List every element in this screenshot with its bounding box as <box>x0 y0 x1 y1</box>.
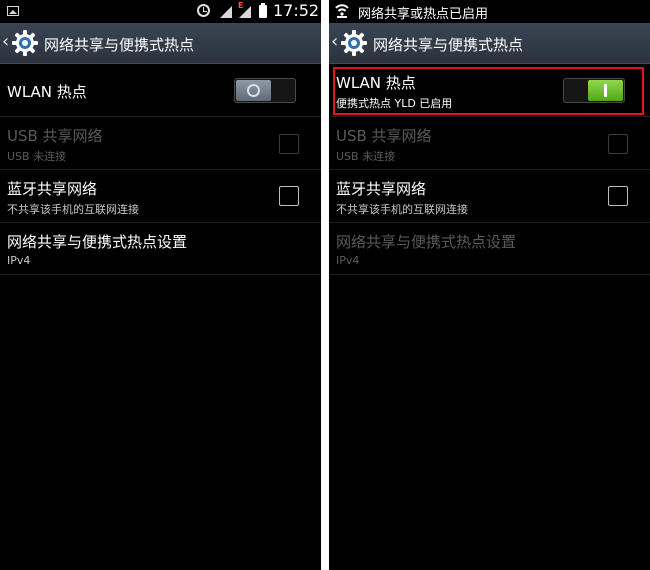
list-item-hotspot-settings[interactable]: 网络共享与便携式热点设置 IPv4 <box>0 223 321 275</box>
screenshot-canvas: E 17:52 ‹ 网络共享与便携式热点 WLAN 热点 USB 共享网络 US… <box>0 0 650 570</box>
row-title: 蓝牙共享网络 <box>7 180 98 198</box>
row-title: 蓝牙共享网络 <box>336 180 427 198</box>
row-subtitle: 不共享该手机的互联网连接 <box>336 203 468 216</box>
bluetooth-tethering-checkbox[interactable] <box>279 186 299 206</box>
list-item-bluetooth-tethering[interactable]: 蓝牙共享网络 不共享该手机的互联网连接 <box>0 170 321 223</box>
status-bar: E 17:52 <box>0 0 321 23</box>
back-chevron-icon[interactable]: ‹ <box>2 31 9 53</box>
wifi-hotspot-icon <box>335 4 349 18</box>
gear-icon[interactable] <box>339 28 369 58</box>
list-item-usb-tethering: USB 共享网络 USB 未连接 <box>0 117 321 170</box>
row-title: WLAN 热点 <box>336 74 416 92</box>
mobile-signal-icon <box>239 6 251 18</box>
action-bar: ‹ 网络共享与便携式热点 <box>329 23 650 64</box>
gear-icon[interactable] <box>10 28 40 58</box>
status-clock: 17:52 <box>273 1 320 20</box>
usb-tethering-checkbox <box>279 134 299 154</box>
signal-icon <box>220 6 232 18</box>
wlan-hotspot-toggle[interactable] <box>234 78 296 103</box>
row-subtitle: IPv4 <box>7 254 31 267</box>
usb-tethering-checkbox <box>608 134 628 154</box>
notification-text: 网络共享或热点已启用 <box>358 7 489 22</box>
list-item-hotspot-settings: 网络共享与便携式热点设置 IPv4 <box>329 223 650 275</box>
list-item-wlan-hotspot[interactable]: WLAN 热点 便携式热点 YLD 已启用 <box>329 64 650 117</box>
toggle-knob <box>236 80 271 101</box>
list-item-wlan-hotspot[interactable]: WLAN 热点 <box>0 64 321 117</box>
row-title: USB 共享网络 <box>7 127 103 145</box>
battery-icon <box>259 3 267 18</box>
row-title: 网络共享与便携式热点设置 <box>336 233 517 251</box>
list-item-usb-tethering: USB 共享网络 USB 未连接 <box>329 117 650 170</box>
phone-screen-before: E 17:52 ‹ 网络共享与便携式热点 WLAN 热点 USB 共享网络 US… <box>0 0 321 570</box>
row-subtitle: USB 未连接 <box>336 150 396 163</box>
row-title: 网络共享与便携式热点设置 <box>7 233 188 251</box>
row-subtitle: USB 未连接 <box>7 150 67 163</box>
image-notification-icon <box>7 6 19 16</box>
back-chevron-icon[interactable]: ‹ <box>331 31 338 53</box>
row-subtitle: IPv4 <box>336 254 360 267</box>
row-title: WLAN 热点 <box>7 83 87 101</box>
phone-screen-after: 网络共享或热点已启用 ‹ 网络共享与便携式热点 WLAN 热点 便携式热点 YL… <box>329 0 650 570</box>
row-subtitle: 不共享该手机的互联网连接 <box>7 203 139 216</box>
bluetooth-tethering-checkbox[interactable] <box>608 186 628 206</box>
row-subtitle: 便携式热点 YLD 已启用 <box>336 97 453 110</box>
row-title: USB 共享网络 <box>336 127 432 145</box>
page-title: 网络共享与便携式热点 <box>373 36 524 54</box>
alarm-icon <box>197 4 210 17</box>
wlan-hotspot-toggle[interactable] <box>563 78 625 103</box>
action-bar: ‹ 网络共享与便携式热点 <box>0 23 321 64</box>
status-bar: 网络共享或热点已启用 <box>329 0 650 23</box>
page-title: 网络共享与便携式热点 <box>44 36 195 54</box>
toggle-knob <box>588 80 623 101</box>
list-item-bluetooth-tethering[interactable]: 蓝牙共享网络 不共享该手机的互联网连接 <box>329 170 650 223</box>
